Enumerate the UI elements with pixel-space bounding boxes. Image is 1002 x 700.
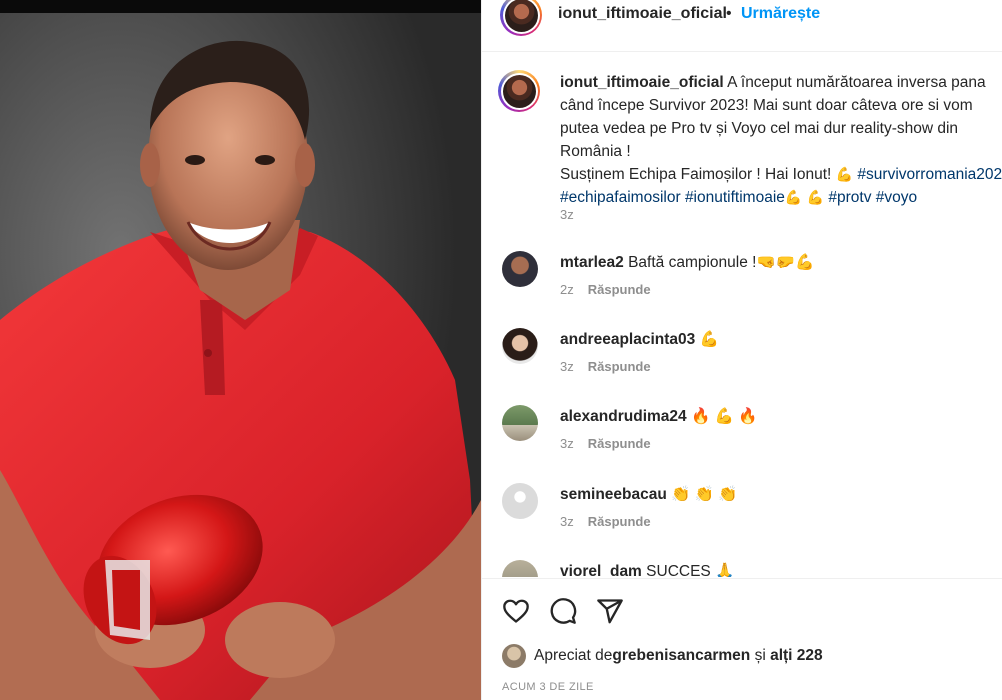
follow-button[interactable]: Urmărește bbox=[741, 5, 820, 23]
caption-line-5: Susținem Echipa Faimoșilor ! Hai Ionut! bbox=[560, 166, 836, 183]
hashtag-survivorromania2023[interactable]: #survivorromania2023 bbox=[857, 166, 1002, 183]
comment-username[interactable]: viorel_dam bbox=[560, 563, 642, 577]
caption-timestamp[interactable]: 3z bbox=[560, 207, 574, 222]
comment-username[interactable]: semineebacau bbox=[560, 486, 667, 503]
likes-middle: și bbox=[750, 647, 771, 664]
comment-time[interactable]: 3z bbox=[560, 359, 574, 374]
commenter-avatar[interactable] bbox=[502, 328, 538, 364]
hashtag-voyo[interactable]: #voyo bbox=[876, 189, 917, 206]
comment-text: 👏 👏 👏 bbox=[666, 486, 738, 503]
caption-line-4: România ! bbox=[560, 143, 631, 160]
comment-time[interactable]: 3z bbox=[560, 514, 574, 529]
comment-time[interactable]: 3z bbox=[560, 436, 574, 451]
comment-item: mtarlea2 Baftă campionule !🤜🤛💪 2z Răspund… bbox=[482, 251, 1002, 311]
comment-item: alexandrudima24 🔥 💪 🔥 3z Răspunde bbox=[482, 405, 1002, 465]
comment-item: semineebacau 👏 👏 👏 3z Răspunde bbox=[482, 483, 1002, 543]
likes-summary: Apreciat de grebenisancarmen și alți 228 bbox=[502, 644, 823, 668]
hashtag-echipafaimosilor[interactable]: #echipafaimosilor bbox=[560, 189, 681, 206]
caption-author-avatar[interactable] bbox=[498, 70, 540, 112]
liker-username[interactable]: grebenisancarmen bbox=[612, 647, 750, 665]
post-side-panel: ionut_iftimoaie_oficial • Urmărește ionu… bbox=[481, 0, 1002, 700]
post-actions-bar: Apreciat de grebenisancarmen și alți 228… bbox=[482, 578, 1002, 700]
others-likes-link[interactable]: alți 228 bbox=[770, 647, 823, 665]
reply-button[interactable]: Răspunde bbox=[588, 514, 651, 529]
comment-text: 🔥 💪 🔥 bbox=[686, 408, 758, 425]
caption-line-1: A început numărătoarea inversa pana bbox=[723, 74, 986, 91]
caption-username[interactable]: ionut_iftimoaie_oficial bbox=[560, 74, 724, 91]
comment-icon[interactable] bbox=[549, 597, 577, 625]
header-separator: • bbox=[726, 5, 732, 22]
default-avatar-icon[interactable] bbox=[502, 483, 538, 519]
comment-text: 💪 bbox=[695, 331, 719, 348]
flex-emoji: 💪 bbox=[784, 189, 803, 205]
caption-line-3: putea vedea pe Pro tv și Voyo cel mai du… bbox=[560, 120, 959, 137]
post-header: ionut_iftimoaie_oficial • Urmărește bbox=[482, 0, 1002, 52]
reply-button[interactable]: Răspunde bbox=[588, 436, 651, 451]
author-avatar[interactable] bbox=[500, 0, 542, 36]
comment-item: andreeaplacinta03 💪 3z Răspunde bbox=[482, 328, 1002, 388]
commenter-avatar[interactable] bbox=[502, 251, 538, 287]
comment-username[interactable]: andreeaplacinta03 bbox=[560, 331, 695, 348]
caption-line-2: când începe Survivor 2023! Mai sunt doar… bbox=[560, 97, 973, 114]
commenter-avatar[interactable] bbox=[502, 560, 538, 577]
hashtag-ionutiftimoaie[interactable]: #ionutiftimoaie bbox=[685, 189, 785, 206]
comment-text: SUCCES 🙏 bbox=[641, 563, 735, 577]
liker-avatar[interactable] bbox=[502, 644, 526, 668]
reply-button[interactable]: Răspunde bbox=[588, 282, 651, 297]
post-photo[interactable] bbox=[0, 0, 481, 700]
comment-text: Baftă campionule !🤜🤛💪 bbox=[623, 254, 815, 271]
photo-illustration bbox=[0, 13, 481, 700]
comment-username[interactable]: alexandrudima24 bbox=[560, 408, 687, 425]
post-time-ago[interactable]: ACUM 3 DE ZILE bbox=[502, 681, 594, 693]
hashtag-protv[interactable]: #protv bbox=[828, 189, 871, 206]
commenter-avatar[interactable] bbox=[502, 405, 538, 441]
reply-button[interactable]: Răspunde bbox=[588, 359, 651, 374]
flex-emoji: 💪 bbox=[806, 189, 825, 205]
comment-item: viorel_dam SUCCES 🙏 bbox=[482, 560, 1002, 577]
likes-prefix: Apreciat de bbox=[534, 647, 613, 664]
comment-time[interactable]: 2z bbox=[560, 282, 574, 297]
heart-icon[interactable] bbox=[502, 597, 530, 625]
author-username[interactable]: ionut_iftimoaie_oficial bbox=[558, 5, 727, 23]
post-caption: ionut_iftimoaie_oficial A început numără… bbox=[560, 71, 1002, 209]
comments-scroll-area[interactable]: ionut_iftimoaie_oficial A început numără… bbox=[482, 53, 1002, 577]
flex-emoji: 💪 bbox=[835, 166, 854, 182]
send-icon[interactable] bbox=[596, 597, 624, 625]
comment-username[interactable]: mtarlea2 bbox=[560, 254, 624, 271]
instagram-post-view: ionut_iftimoaie_oficial • Urmărește ionu… bbox=[0, 0, 1002, 700]
